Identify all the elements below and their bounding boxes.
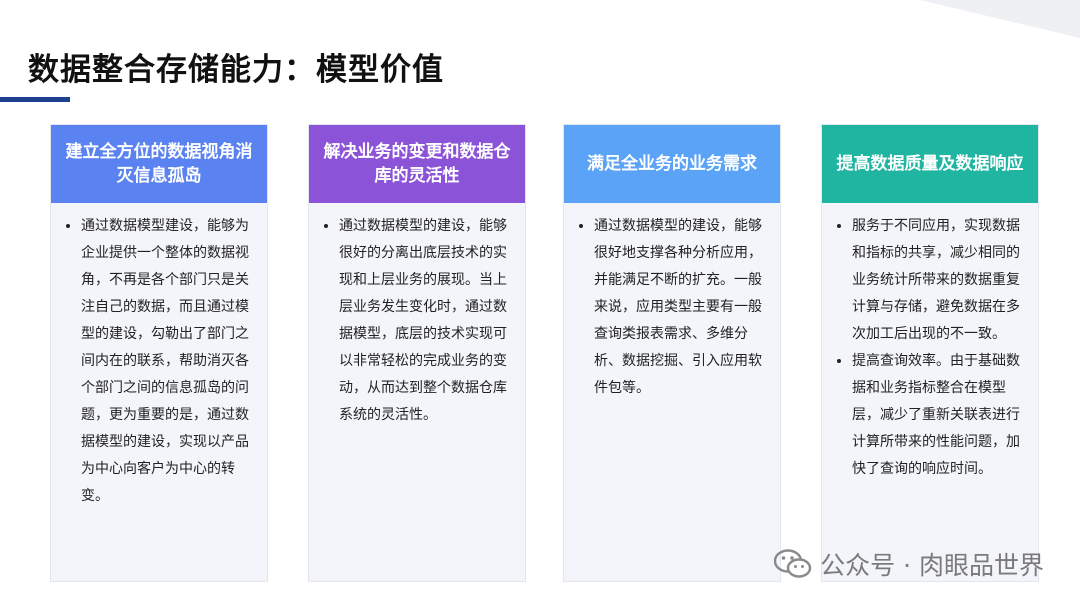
watermark-text: 公众号 · 肉眼品世界	[820, 551, 1044, 580]
card-data-perspective: 建立全方位的数据视角消灭信息孤岛 通过数据模型建设，能够为企业提供一个整体的数据…	[50, 124, 268, 582]
card-header: 满足全业务的业务需求	[564, 125, 780, 203]
card-business-needs: 满足全业务的业务需求 通过数据模型的建设，能够很好地支撑各种分析应用，并能满足不…	[563, 124, 781, 582]
page-title: 数据整合存储能力：模型价值	[28, 52, 444, 88]
card-body: 服务于不同应用，实现数据和指标的共享，减少相同的业务统计所带来的数据重复计算与存…	[822, 203, 1038, 483]
card-body: 通过数据模型的建设，能够很好地支撑各种分析应用，并能满足不断的扩充。一般来说，应…	[564, 203, 780, 402]
card-flexibility: 解决业务的变更和数据仓库的灵活性 通过数据模型的建设，能够很好的分离出底层技术的…	[308, 124, 526, 582]
card-header: 提高数据质量及数据响应	[822, 125, 1038, 203]
wechat-icon	[774, 549, 812, 578]
card-bullet: 通过数据模型的建设，能够很好地支撑各种分析应用，并能满足不断的扩充。一般来说，应…	[594, 213, 770, 402]
watermark: 公众号 · 肉眼品世界	[774, 546, 1044, 582]
card-bullet: 通过数据模型的建设，能够很好的分离出底层技术的实现和上层业务的展现。当上层业务发…	[339, 213, 515, 429]
card-bullet: 提高查询效率。由于基础数据和业务指标整合在模型层，减少了重新关联表进行计算所带来…	[852, 348, 1028, 483]
card-header: 建立全方位的数据视角消灭信息孤岛	[51, 125, 267, 203]
card-bullet: 通过数据模型建设，能够为企业提供一个整体的数据视角，不再是各个部门只是关注自己的…	[81, 213, 257, 510]
title-underline	[0, 97, 70, 102]
corner-decoration	[920, 0, 1080, 38]
card-bullet: 服务于不同应用，实现数据和指标的共享，减少相同的业务统计所带来的数据重复计算与存…	[852, 213, 1028, 348]
card-body: 通过数据模型的建设，能够很好的分离出底层技术的实现和上层业务的展现。当上层业务发…	[309, 203, 525, 429]
card-data-quality: 提高数据质量及数据响应 服务于不同应用，实现数据和指标的共享，减少相同的业务统计…	[821, 124, 1039, 582]
card-body: 通过数据模型建设，能够为企业提供一个整体的数据视角，不再是各个部门只是关注自己的…	[51, 203, 267, 510]
card-header: 解决业务的变更和数据仓库的灵活性	[309, 125, 525, 203]
